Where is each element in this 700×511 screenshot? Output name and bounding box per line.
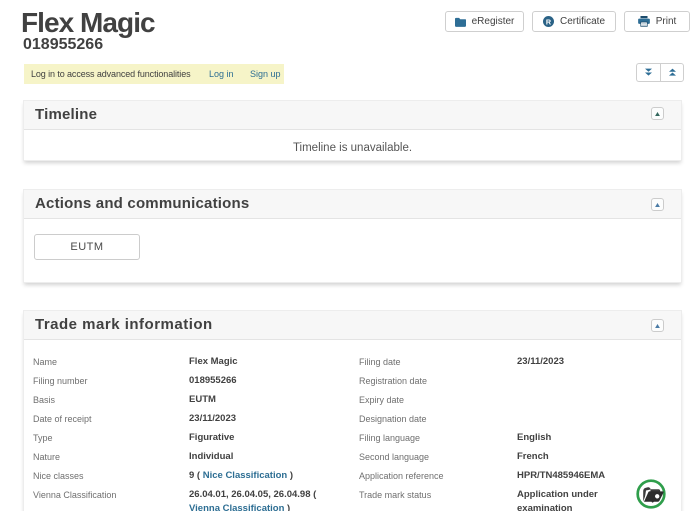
svg-text:R: R bbox=[546, 17, 552, 26]
